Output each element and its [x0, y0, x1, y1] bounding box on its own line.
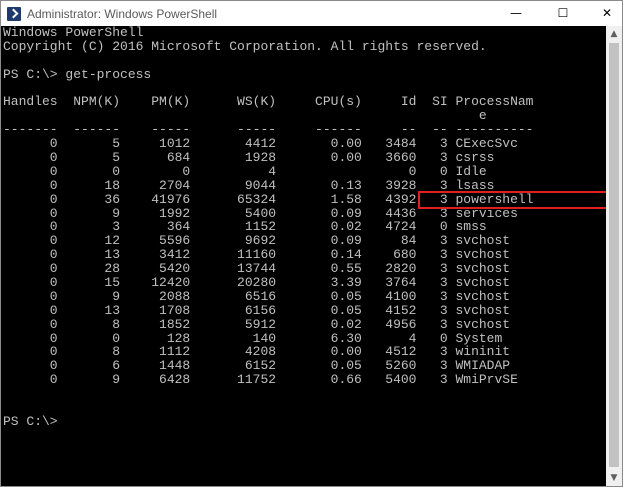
table-separator: ------- ------ ----- ----- ------ -- -- … [3, 122, 534, 138]
minimize-button[interactable]: — [501, 1, 531, 26]
console-output[interactable]: Windows PowerShell Copyright (C) 2016 Mi… [1, 26, 606, 486]
title-bar[interactable]: Administrator: Windows PowerShell — ☐ ✕ [1, 1, 622, 26]
table-row-svchost: 0 8 1852 5912 0.02 4956 3 svchost [3, 316, 511, 332]
table-row-svchost: 0 15 12420 20280 3.39 3764 3 svchost [3, 275, 511, 291]
scroll-down-icon[interactable]: ▼ [606, 470, 622, 486]
powershell-window: Administrator: Windows PowerShell — ☐ ✕ … [0, 0, 623, 487]
table-row-svchost: 0 9 2088 6516 0.05 4100 3 svchost [3, 288, 511, 304]
table-row-csrss: 0 5 684 1928 0.00 3660 3 csrss [3, 150, 495, 166]
table-row-smss: 0 3 364 1152 0.02 4724 0 smss [3, 219, 487, 235]
table-row-lsass: 0 18 2704 9044 0.13 3928 3 lsass [3, 177, 495, 193]
table-row-wmiprvse: 0 9 6428 11752 0.66 5400 3 WmiPrvSE [3, 372, 518, 388]
maximize-button[interactable]: ☐ [548, 1, 578, 26]
copyright-line: Copyright (C) 2016 Microsoft Corporation… [3, 38, 487, 54]
scroll-thumb[interactable] [609, 43, 619, 467]
scroll-up-icon[interactable]: ▲ [606, 26, 622, 42]
table-row-wininit: 0 8 1112 4208 0.00 4512 3 wininit [3, 344, 511, 360]
table-row-powershell: 0 36 41976 65324 1.58 4392 3 powershell [3, 191, 534, 207]
close-button[interactable]: ✕ [592, 1, 622, 26]
table-row-services: 0 9 1992 5400 0.09 4436 3 services [3, 205, 518, 221]
table-row-cexecsvc: 0 5 1012 4412 0.00 3484 3 CExecSvc [3, 136, 518, 152]
table-row-svchost: 0 13 1708 6156 0.05 4152 3 svchost [3, 302, 511, 318]
table-row-svchost: 0 28 5420 13744 0.55 2820 3 svchost [3, 261, 511, 277]
banner-line: Windows PowerShell [3, 25, 144, 40]
command-prompt: PS C:\> get-process [3, 66, 152, 82]
table-header-wrap: e [3, 108, 487, 124]
table-row-wmiadap: 0 6 1448 6152 0.05 5260 3 WMIADAP [3, 358, 511, 374]
powershell-icon [7, 7, 21, 21]
table-header: Handles NPM(K) PM(K) WS(K) CPU(s) Id SI … [3, 94, 534, 110]
process-table: 0 5 1012 4412 0.00 3484 3 CExecSvc 0 5 6… [3, 137, 606, 387]
window-title: Administrator: Windows PowerShell [27, 7, 218, 21]
idle-prompt: PS C:\> [3, 413, 58, 429]
table-row-idle: 0 0 0 4 0 0 Idle [3, 163, 487, 179]
table-row-svchost: 0 13 3412 11160 0.14 680 3 svchost [3, 247, 511, 263]
vertical-scrollbar[interactable]: ▲ ▼ [606, 26, 622, 486]
table-row-system: 0 0 128 140 6.30 4 0 System [3, 330, 503, 346]
table-row-svchost: 0 12 5596 9692 0.09 84 3 svchost [3, 233, 511, 249]
